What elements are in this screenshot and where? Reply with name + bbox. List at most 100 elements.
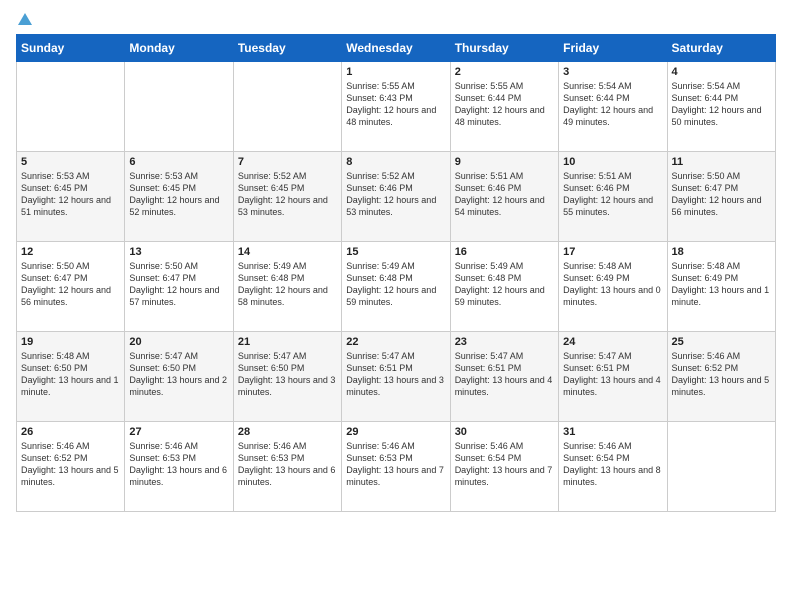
calendar-cell: 2Sunrise: 5:55 AM Sunset: 6:44 PM Daylig…	[450, 62, 558, 152]
calendar-cell	[667, 422, 775, 512]
day-content: Sunrise: 5:47 AM Sunset: 6:51 PM Dayligh…	[346, 350, 445, 399]
day-content: Sunrise: 5:51 AM Sunset: 6:46 PM Dayligh…	[563, 170, 662, 219]
header-monday: Monday	[125, 35, 233, 62]
day-number: 2	[455, 66, 554, 78]
day-number: 28	[238, 426, 337, 438]
day-content: Sunrise: 5:47 AM Sunset: 6:51 PM Dayligh…	[563, 350, 662, 399]
day-content: Sunrise: 5:49 AM Sunset: 6:48 PM Dayligh…	[346, 260, 445, 309]
calendar-cell: 15 Sunrise: 5:49 AM Sunset: 6:48 PM Dayli…	[342, 242, 450, 332]
day-content: Sunrise: 5:47 AM Sunset: 6:51 PM Dayligh…	[455, 350, 554, 399]
header-friday: Friday	[559, 35, 667, 62]
calendar-week-0: 1 Sunrise: 5:55 AM Sunset: 6:43 PM Daylig…	[17, 62, 776, 152]
day-number: 29	[346, 426, 445, 438]
calendar-cell: 4 Sunrise: 5:54 AM Sunset: 6:44 PM Daylig…	[667, 62, 775, 152]
calendar-cell: 19Sunrise: 5:48 AM Sunset: 6:50 PM Dayli…	[17, 332, 125, 422]
day-number: 24	[563, 336, 662, 348]
calendar-cell: 10 Sunrise: 5:51 AM Sunset: 6:46 PM Dayli…	[559, 152, 667, 242]
day-number: 23	[455, 336, 554, 348]
day-number: 9	[455, 156, 554, 168]
day-number: 13	[129, 246, 228, 258]
calendar-cell: 7 Sunrise: 5:52 AM Sunset: 6:45 PM Daylig…	[233, 152, 341, 242]
day-number: 27	[129, 426, 228, 438]
day-content: Sunrise: 5:47 AM Sunset: 6:50 PM Dayligh…	[238, 350, 337, 399]
day-content: Sunrise: 5:54 AM Sunset: 6:44 PM Dayligh…	[672, 80, 771, 129]
day-number: 4	[672, 66, 771, 78]
day-content: Sunrise: 5:46 AM Sunset: 6:52 PM Dayligh…	[21, 440, 120, 489]
calendar-cell: 18 Sunrise: 5:48 AM Sunset: 6:49 PM Dayli…	[667, 242, 775, 332]
day-content: Sunrise: 5:49 AM Sunset: 6:48 PM Dayligh…	[455, 260, 554, 309]
day-number: 20	[129, 336, 228, 348]
calendar-cell: 30Sunrise: 5:46 AM Sunset: 6:54 PM Dayli…	[450, 422, 558, 512]
day-content: Sunrise: 5:50 AM Sunset: 6:47 PM Dayligh…	[21, 260, 120, 309]
day-content: Sunrise: 5:48 AM Sunset: 6:49 PM Dayligh…	[672, 260, 771, 309]
calendar-cell: 22 Sunrise: 5:47 AM Sunset: 6:51 PM Dayli…	[342, 332, 450, 422]
day-content: Sunrise: 5:51 AM Sunset: 6:46 PM Dayligh…	[455, 170, 554, 219]
day-content: Sunrise: 5:48 AM Sunset: 6:49 PM Dayligh…	[563, 260, 662, 309]
calendar-cell: 21 Sunrise: 5:47 AM Sunset: 6:50 PM Dayli…	[233, 332, 341, 422]
calendar-cell	[125, 62, 233, 152]
calendar-cell: 26 Sunrise: 5:46 AM Sunset: 6:52 PM Dayli…	[17, 422, 125, 512]
calendar-cell: 3 Sunrise: 5:54 AM Sunset: 6:44 PM Daylig…	[559, 62, 667, 152]
day-number: 1	[346, 66, 445, 78]
calendar-cell: 23 Sunrise: 5:47 AM Sunset: 6:51 PM Dayli…	[450, 332, 558, 422]
day-content: Sunrise: 5:53 AM Sunset: 6:45 PM Dayligh…	[21, 170, 120, 219]
logo-triangle-icon	[18, 13, 32, 25]
day-number: 6	[129, 156, 228, 168]
day-content: Sunrise: 5:54 AM Sunset: 6:44 PM Dayligh…	[563, 80, 662, 129]
header-sunday: Sunday	[17, 35, 125, 62]
day-number: 8	[346, 156, 445, 168]
calendar-cell: 14 Sunrise: 5:49 AM Sunset: 6:48 PM Dayli…	[233, 242, 341, 332]
header-saturday: Saturday	[667, 35, 775, 62]
header-tuesday: Tuesday	[233, 35, 341, 62]
day-number: 21	[238, 336, 337, 348]
calendar-cell: 20 Sunrise: 5:47 AM Sunset: 6:50 PM Dayli…	[125, 332, 233, 422]
calendar-week-2: 12 Sunrise: 5:50 AM Sunset: 6:47 PM Dayli…	[17, 242, 776, 332]
day-number: 25	[672, 336, 771, 348]
calendar-cell: 11Sunrise: 5:50 AM Sunset: 6:47 PM Dayli…	[667, 152, 775, 242]
day-number: 7	[238, 156, 337, 168]
calendar-cell: 25 Sunrise: 5:46 AM Sunset: 6:52 PM Dayli…	[667, 332, 775, 422]
calendar-cell: 24 Sunrise: 5:47 AM Sunset: 6:51 PM Dayli…	[559, 332, 667, 422]
calendar-week-4: 26 Sunrise: 5:46 AM Sunset: 6:52 PM Dayli…	[17, 422, 776, 512]
logo	[16, 16, 32, 24]
day-number: 3	[563, 66, 662, 78]
calendar-cell: 29 Sunrise: 5:46 AM Sunset: 6:53 PM Dayli…	[342, 422, 450, 512]
day-number: 14	[238, 246, 337, 258]
calendar-body: 1 Sunrise: 5:55 AM Sunset: 6:43 PM Daylig…	[17, 62, 776, 512]
day-number: 15	[346, 246, 445, 258]
header-thursday: Thursday	[450, 35, 558, 62]
day-number: 17	[563, 246, 662, 258]
day-content: Sunrise: 5:46 AM Sunset: 6:54 PM Dayligh…	[563, 440, 662, 489]
day-number: 10	[563, 156, 662, 168]
header-wednesday: Wednesday	[342, 35, 450, 62]
day-content: Sunrise: 5:46 AM Sunset: 6:53 PM Dayligh…	[238, 440, 337, 489]
day-content: Sunrise: 5:48 AM Sunset: 6:50 PM Dayligh…	[21, 350, 120, 399]
page-header	[16, 16, 776, 24]
day-content: Sunrise: 5:46 AM Sunset: 6:52 PM Dayligh…	[672, 350, 771, 399]
day-content: Sunrise: 5:49 AM Sunset: 6:48 PM Dayligh…	[238, 260, 337, 309]
day-number: 22	[346, 336, 445, 348]
day-content: Sunrise: 5:50 AM Sunset: 6:47 PM Dayligh…	[672, 170, 771, 219]
day-number: 31	[563, 426, 662, 438]
day-content: Sunrise: 5:46 AM Sunset: 6:53 PM Dayligh…	[129, 440, 228, 489]
day-number: 12	[21, 246, 120, 258]
calendar-cell: 1 Sunrise: 5:55 AM Sunset: 6:43 PM Daylig…	[342, 62, 450, 152]
calendar-cell: 5 Sunrise: 5:53 AM Sunset: 6:45 PM Daylig…	[17, 152, 125, 242]
calendar-cell: 12 Sunrise: 5:50 AM Sunset: 6:47 PM Dayli…	[17, 242, 125, 332]
day-number: 18	[672, 246, 771, 258]
day-content: Sunrise: 5:47 AM Sunset: 6:50 PM Dayligh…	[129, 350, 228, 399]
calendar-cell: 6 Sunrise: 5:53 AM Sunset: 6:45 PM Daylig…	[125, 152, 233, 242]
day-content: Sunrise: 5:52 AM Sunset: 6:45 PM Dayligh…	[238, 170, 337, 219]
day-number: 26	[21, 426, 120, 438]
calendar-table: SundayMondayTuesdayWednesdayThursdayFrid…	[16, 34, 776, 512]
calendar-cell: 27 Sunrise: 5:46 AM Sunset: 6:53 PM Dayli…	[125, 422, 233, 512]
day-content: Sunrise: 5:53 AM Sunset: 6:45 PM Dayligh…	[129, 170, 228, 219]
day-content: Sunrise: 5:55 AM Sunset: 6:43 PM Dayligh…	[346, 80, 445, 129]
calendar-header: SundayMondayTuesdayWednesdayThursdayFrid…	[17, 35, 776, 62]
day-content: Sunrise: 5:50 AM Sunset: 6:47 PM Dayligh…	[129, 260, 228, 309]
day-number: 5	[21, 156, 120, 168]
calendar-cell: 17 Sunrise: 5:48 AM Sunset: 6:49 PM Dayli…	[559, 242, 667, 332]
day-number: 16	[455, 246, 554, 258]
header-row: SundayMondayTuesdayWednesdayThursdayFrid…	[17, 35, 776, 62]
day-content: Sunrise: 5:46 AM Sunset: 6:53 PM Dayligh…	[346, 440, 445, 489]
